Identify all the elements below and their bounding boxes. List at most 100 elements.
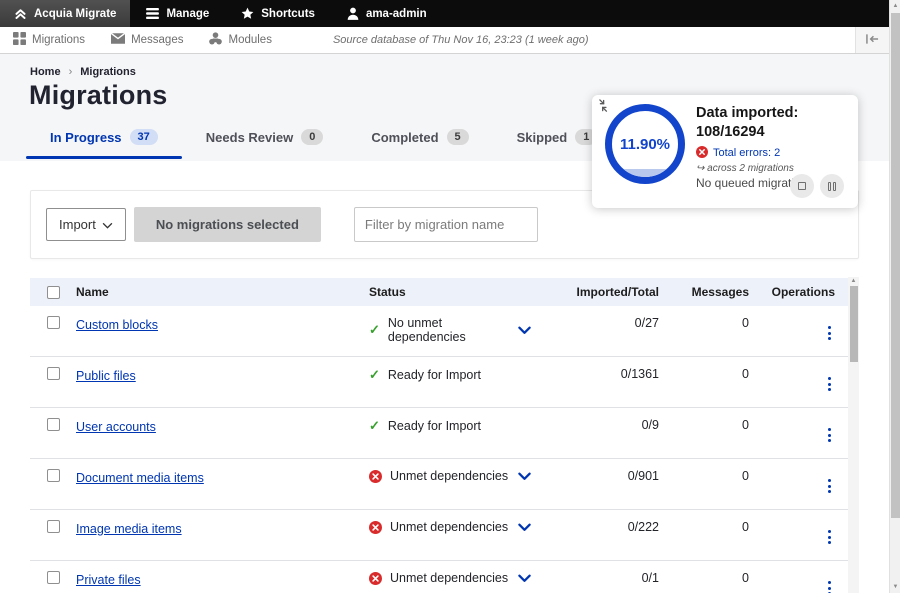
imported-total-value: 0/901 [559, 469, 669, 483]
source-database-note: Source database of Thu Nov 16, 23:23 (1 … [333, 34, 589, 46]
header-imported-total: Imported/Total [559, 285, 669, 299]
messages-count: 0 [669, 571, 759, 585]
messages-count: 0 [669, 316, 759, 330]
migration-name-link[interactable]: Image media items [76, 522, 182, 536]
menu-label: Shortcuts [261, 8, 315, 20]
arrow-to-bar-left-icon [866, 31, 879, 49]
kebab-menu-icon[interactable] [824, 426, 835, 444]
migration-filter-input[interactable] [354, 207, 538, 242]
menu-manage[interactable]: Manage [130, 0, 225, 27]
row-checkbox[interactable] [47, 520, 60, 533]
row-checkbox[interactable] [47, 367, 60, 380]
no-migrations-selected-button: No migrations selected [134, 207, 321, 242]
table-scrollbar[interactable]: ▲ [848, 277, 859, 593]
data-imported-label: Data imported: [696, 104, 852, 123]
progress-percent: 11.90% [620, 136, 670, 153]
header-operations: Operations [759, 285, 849, 299]
imported-total-value: 0/222 [559, 520, 669, 534]
tab-completed[interactable]: Completed 5 [347, 117, 492, 159]
collapse-toolbar-button[interactable] [855, 27, 889, 53]
table-body: Custom blocks✓No unmet dependencies0/270… [30, 306, 859, 593]
table-row: User accounts✓Ready for Import0/90 [30, 408, 859, 459]
toolbar-item-migrations[interactable]: Migrations [0, 27, 98, 53]
progress-ring: 11.90% [605, 104, 685, 184]
row-checkbox[interactable] [47, 571, 60, 584]
kebab-menu-icon[interactable] [824, 375, 835, 393]
progress-ring-fill [612, 169, 678, 177]
across-migrations-note: ↪ across 2 migrations [696, 163, 852, 174]
chevron-down-icon[interactable] [518, 523, 531, 532]
chevron-down-icon[interactable] [518, 326, 531, 335]
total-errors-line[interactable]: Total errors: 2 [696, 146, 852, 161]
table-row: Custom blocks✓No unmet dependencies0/270 [30, 306, 859, 357]
select-all-checkbox[interactable] [47, 286, 60, 299]
error-icon [369, 521, 382, 534]
chevron-down-icon[interactable] [518, 472, 531, 481]
imported-total-value: 0/1 [559, 571, 669, 585]
toolbar-item-modules[interactable]: Modules [196, 27, 284, 53]
kebab-menu-icon[interactable] [824, 579, 835, 593]
total-errors-link[interactable]: Total errors: 2 [713, 147, 780, 159]
collapse-card-icon[interactable] [598, 99, 613, 119]
table-header-row: Name Status Imported/Total Messages Oper… [30, 278, 859, 306]
tab-count-badge: 0 [301, 129, 323, 145]
acquia-migrate-brand[interactable]: Acquia Migrate [0, 0, 130, 27]
import-dropdown-button[interactable]: Import [46, 208, 126, 241]
kebab-menu-icon[interactable] [824, 324, 835, 342]
row-checkbox[interactable] [47, 418, 60, 431]
messages-count: 0 [669, 520, 759, 534]
pause-icon [828, 182, 836, 191]
scroll-down-arrow-icon[interactable]: ▼ [890, 584, 900, 590]
tab-needs-review[interactable]: Needs Review 0 [182, 117, 348, 159]
breadcrumb-separator: › [69, 66, 73, 78]
breadcrumb-home-link[interactable]: Home [30, 66, 61, 78]
import-label: Import [59, 217, 96, 232]
stop-import-button[interactable] [790, 174, 814, 198]
progress-card-actions [790, 174, 844, 198]
chevron-down-icon [102, 217, 113, 232]
imported-total-value: 0/1361 [559, 367, 669, 381]
check-icon: ✓ [369, 418, 380, 434]
chevron-down-icon[interactable] [518, 574, 531, 583]
table-scrollbar-thumb[interactable] [850, 286, 858, 362]
hamburger-icon [146, 8, 159, 19]
error-icon [369, 572, 382, 585]
migration-name-link[interactable]: Custom blocks [76, 318, 158, 332]
imported-total-value: 0/9 [559, 418, 669, 432]
tab-count-badge: 5 [447, 129, 469, 145]
migration-name-link[interactable]: Public files [76, 369, 136, 383]
tab-count-badge: 37 [130, 129, 158, 145]
error-icon [696, 146, 708, 161]
table-row: Document media itemsUnmet dependencies0/… [30, 459, 859, 510]
migration-name-link[interactable]: Document media items [76, 471, 204, 485]
scroll-up-arrow-icon[interactable]: ▲ [890, 3, 900, 9]
table-row: Image media itemsUnmet dependencies0/222… [30, 510, 859, 561]
pause-import-button[interactable] [820, 174, 844, 198]
status-text: Unmet dependencies [390, 571, 508, 585]
migration-name-link[interactable]: Private files [76, 573, 141, 587]
row-checkbox[interactable] [47, 316, 60, 329]
tab-label: Completed [371, 130, 438, 145]
envelope-icon [111, 33, 125, 47]
toolbar-item-messages[interactable]: Messages [98, 27, 196, 53]
data-imported-fraction: 108/16294 [696, 123, 852, 142]
page-title: Migrations [29, 80, 168, 111]
modules-icon [209, 32, 222, 48]
header-status: Status [369, 285, 559, 299]
page-scrollbar[interactable]: ▲ ▼ [889, 0, 900, 593]
kebab-menu-icon[interactable] [824, 528, 835, 546]
menu-shortcuts[interactable]: Shortcuts [225, 0, 331, 27]
imported-total-value: 0/27 [559, 316, 669, 330]
messages-count: 0 [669, 367, 759, 381]
tab-label: Needs Review [206, 130, 293, 145]
migration-name-link[interactable]: User accounts [76, 420, 156, 434]
double-chevron-up-icon [14, 7, 27, 20]
page-scrollbar-thumb[interactable] [891, 13, 900, 518]
admin-topbar: Acquia Migrate Manage Shortcuts ama-admi… [0, 0, 889, 27]
messages-count: 0 [669, 469, 759, 483]
tab-in-progress[interactable]: In Progress37 [26, 117, 182, 159]
row-checkbox[interactable] [47, 469, 60, 482]
scroll-up-arrow-icon[interactable]: ▲ [848, 278, 859, 284]
kebab-menu-icon[interactable] [824, 477, 835, 495]
menu-user[interactable]: ama-admin [331, 0, 443, 27]
